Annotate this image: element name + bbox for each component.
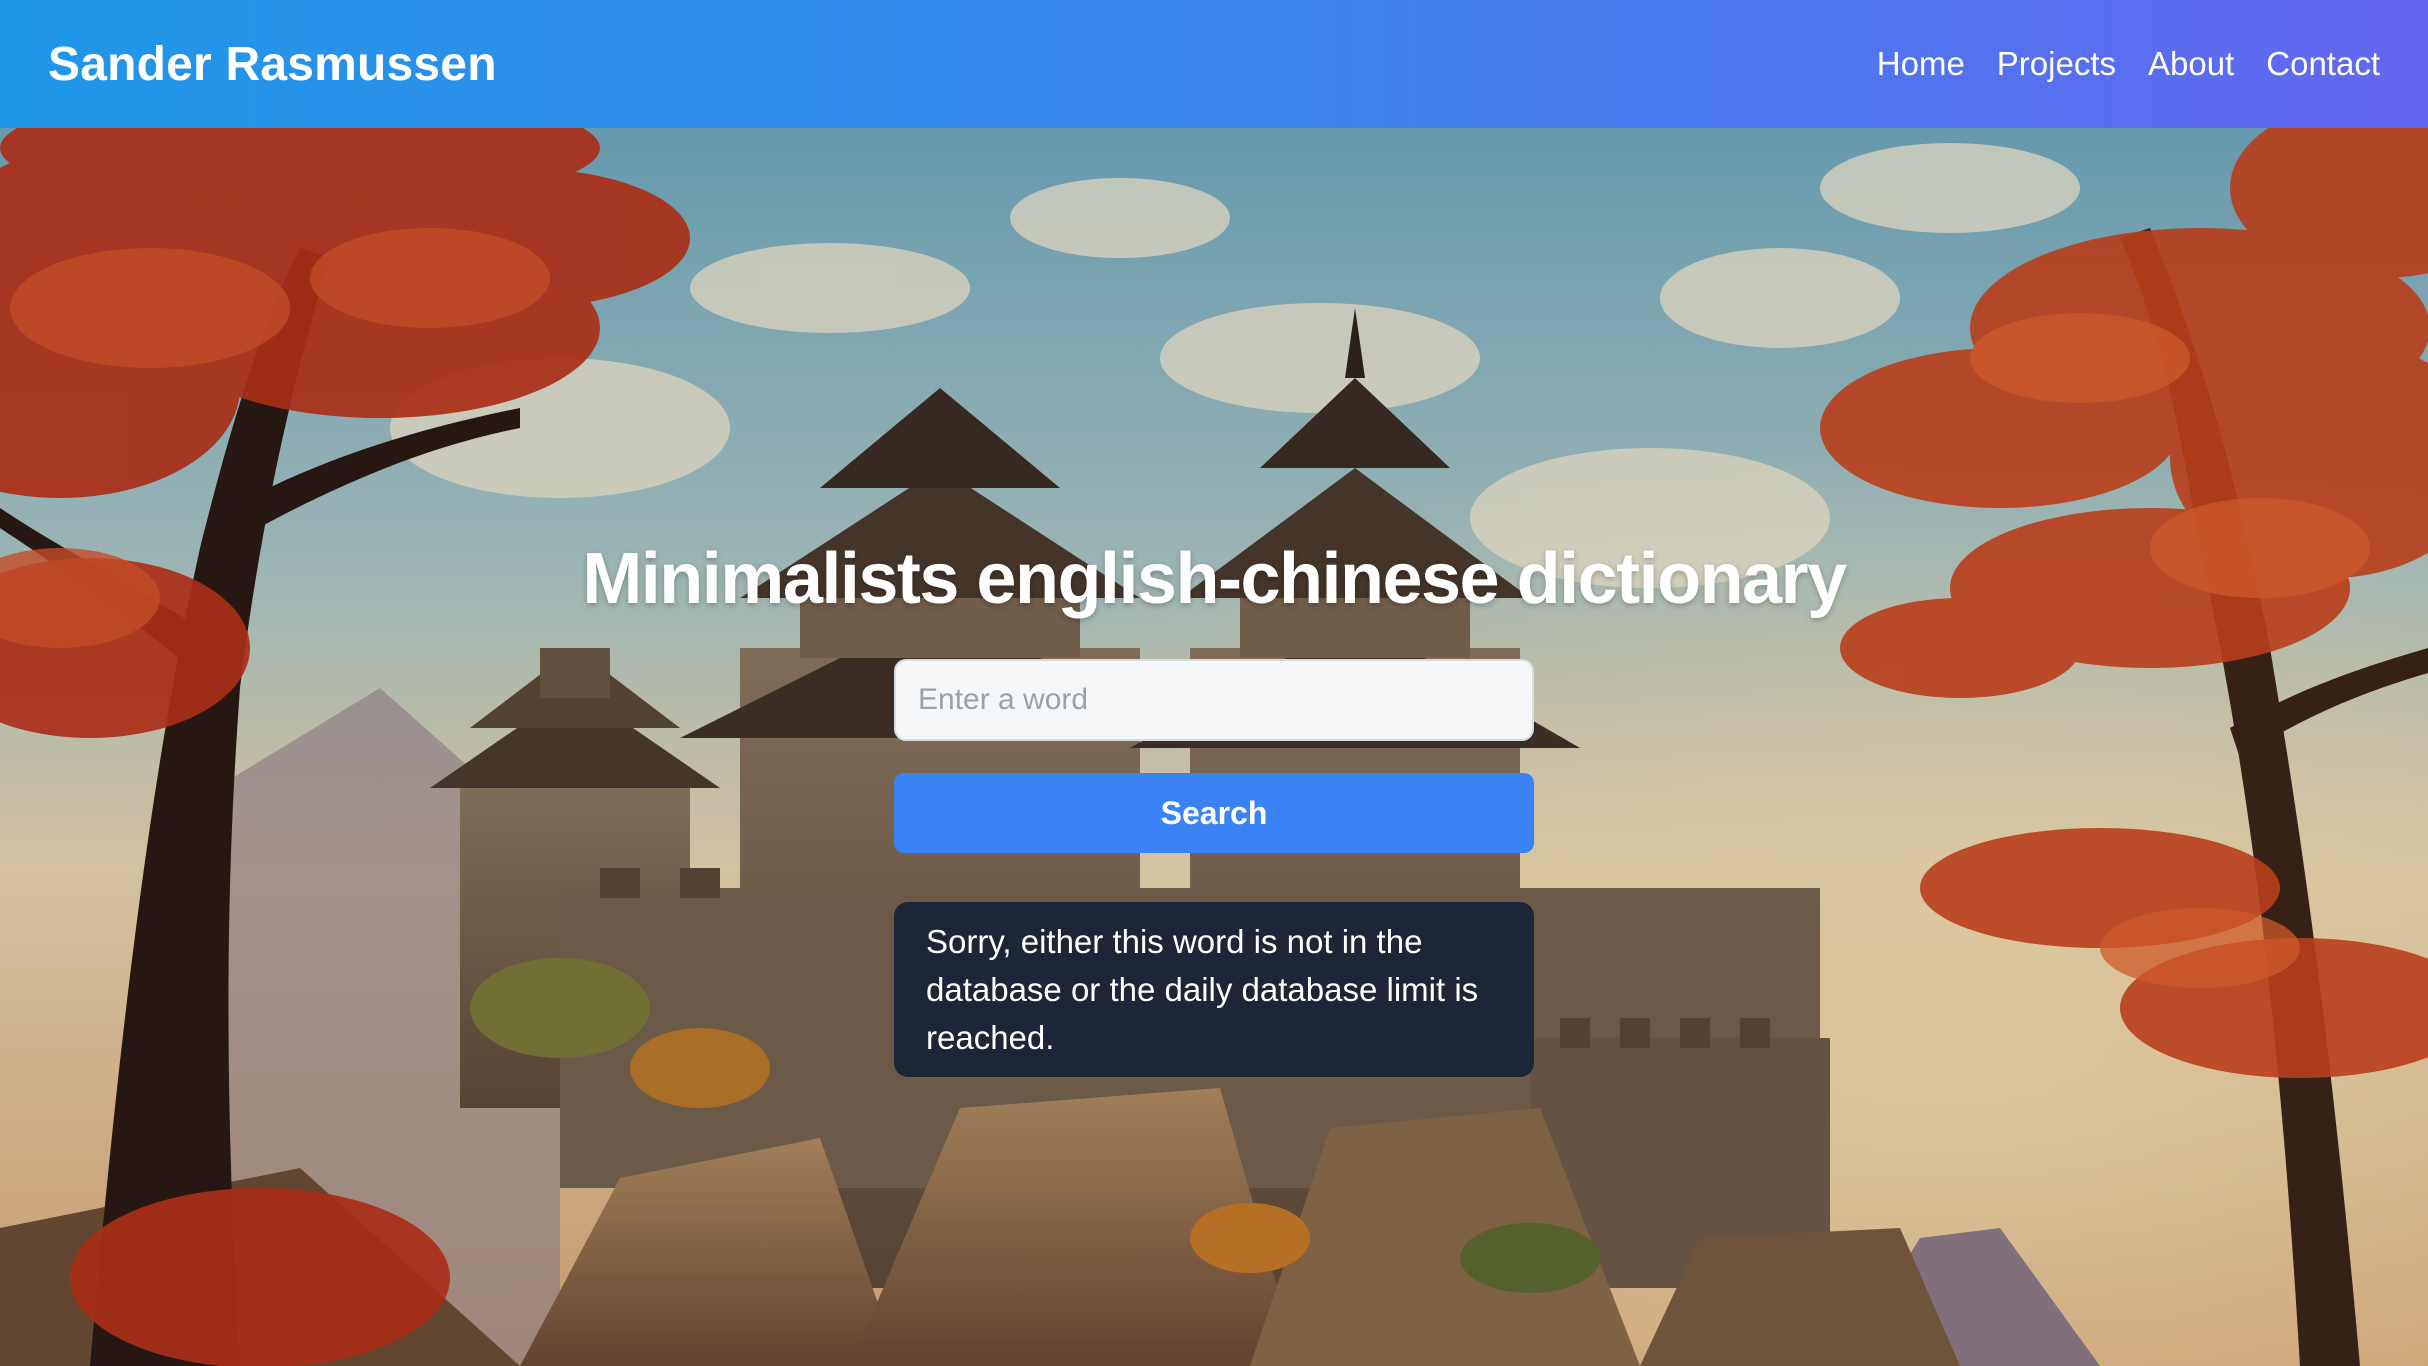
- site-brand[interactable]: Sander Rasmussen: [48, 37, 497, 92]
- search-button[interactable]: Search: [894, 773, 1534, 853]
- nav-contact-link[interactable]: Contact: [2266, 45, 2380, 83]
- nav-links: Home Projects About Contact: [1877, 45, 2380, 83]
- word-search-input[interactable]: [894, 659, 1534, 741]
- error-message-box: Sorry, either this word is not in the da…: [894, 902, 1534, 1077]
- main-content: Minimalists english-chinese dictionary S…: [0, 128, 2428, 1366]
- navbar: Sander Rasmussen Home Projects About Con…: [0, 0, 2428, 128]
- error-message-text: Sorry, either this word is not in the da…: [926, 923, 1479, 1056]
- nav-projects-link[interactable]: Projects: [1997, 45, 2116, 83]
- page: Sander Rasmussen Home Projects About Con…: [0, 0, 2428, 1366]
- nav-about-link[interactable]: About: [2148, 45, 2234, 83]
- nav-home-link[interactable]: Home: [1877, 45, 1965, 83]
- page-title: Minimalists english-chinese dictionary: [582, 539, 1847, 619]
